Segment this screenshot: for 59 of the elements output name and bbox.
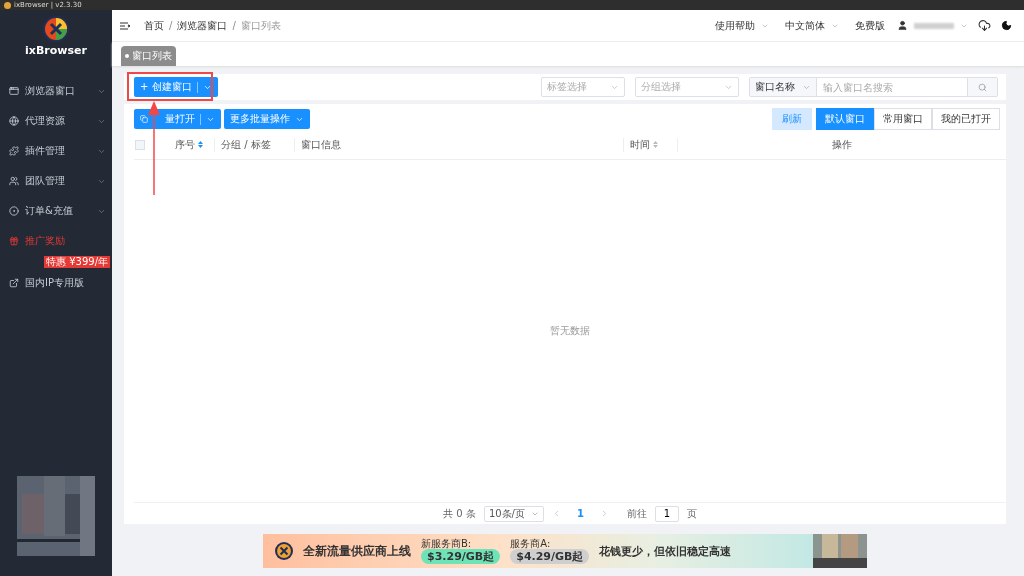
- sort-icon: [198, 141, 203, 148]
- circle-icon: [9, 206, 19, 216]
- page-size-select[interactable]: 10条/页: [483, 505, 544, 522]
- breadcrumb-separator: /: [169, 20, 173, 31]
- gift-icon: [9, 236, 19, 246]
- puzzle-icon: [9, 146, 19, 156]
- breadcrumb-link[interactable]: 浏览器窗口: [177, 18, 228, 33]
- sidebar-item[interactable]: 订单&充值: [0, 196, 112, 226]
- view-tab[interactable]: 我的已打开: [932, 108, 1000, 130]
- external-link-icon: [9, 278, 19, 288]
- menu-icon[interactable]: [120, 21, 130, 30]
- app-logo-icon: [4, 1, 11, 9]
- sort-icon: [653, 141, 658, 148]
- header-menu[interactable]: 免费版: [855, 18, 885, 33]
- search-type-select[interactable]: 窗口名称: [750, 78, 817, 96]
- copy-icon: [140, 115, 148, 123]
- header-menu[interactable]: 中文简体: [785, 18, 839, 33]
- sidebar-item[interactable]: 代理资源: [0, 106, 112, 136]
- dot-icon: [125, 54, 129, 58]
- banner-slogan: 花钱更少，但依旧稳定高速: [599, 543, 733, 559]
- offer-price: $4.29/GB起: [510, 549, 590, 564]
- sidebar-item[interactable]: 浏览器窗口: [0, 76, 112, 106]
- view-tab[interactable]: 常用窗口: [874, 108, 932, 130]
- column-header: 操作: [831, 137, 853, 152]
- globe-icon: [9, 116, 19, 126]
- search-button[interactable]: [967, 78, 997, 96]
- column-header: 分组 / 标签: [215, 137, 295, 152]
- user-icon[interactable]: [897, 20, 908, 31]
- page-unit: 页: [686, 506, 697, 521]
- goto-page-field[interactable]: 1: [654, 505, 679, 522]
- column-header[interactable]: 序号: [169, 137, 215, 152]
- redacted-username: [914, 22, 954, 29]
- promo-badge: 特惠 ¥399/年: [44, 256, 110, 268]
- offer-price: $3.29/GB起: [421, 549, 501, 564]
- search-field[interactable]: 窗口名称 输入窗口名搜索: [749, 77, 998, 97]
- goto-label: 前往: [626, 506, 647, 521]
- breadcrumb-link[interactable]: 首页: [144, 18, 164, 33]
- offer-label: 服务商A:: [510, 538, 551, 549]
- breadcrumb-separator: /: [232, 20, 236, 31]
- window-icon: [9, 86, 19, 96]
- search-icon: [978, 82, 987, 92]
- total-count: 共 0 条: [443, 506, 476, 521]
- banner-headline: 全新流量供应商上线: [303, 542, 411, 560]
- brand-name: ixBrowser: [25, 44, 87, 57]
- sidebar-item[interactable]: 国内IP专用版: [0, 268, 112, 298]
- column-header: 窗口信息: [295, 137, 624, 152]
- sidebar-item[interactable]: 推广奖励: [0, 226, 112, 256]
- offer-label: 新服务商B:: [421, 538, 472, 549]
- select-all-checkbox[interactable]: [135, 139, 145, 150]
- logo-icon: [43, 16, 69, 42]
- logo-icon: [275, 542, 293, 560]
- moon-icon[interactable]: [1001, 20, 1012, 31]
- sidebar-item[interactable]: 插件管理: [0, 136, 112, 166]
- header-menu[interactable]: 使用帮助: [715, 18, 769, 33]
- people-icon: [9, 176, 19, 186]
- cloud-download-icon[interactable]: [978, 19, 991, 32]
- sidebar-item[interactable]: 团队管理: [0, 166, 112, 196]
- column-header[interactable]: 时间: [624, 137, 678, 152]
- empty-message: 暂无数据: [550, 324, 590, 338]
